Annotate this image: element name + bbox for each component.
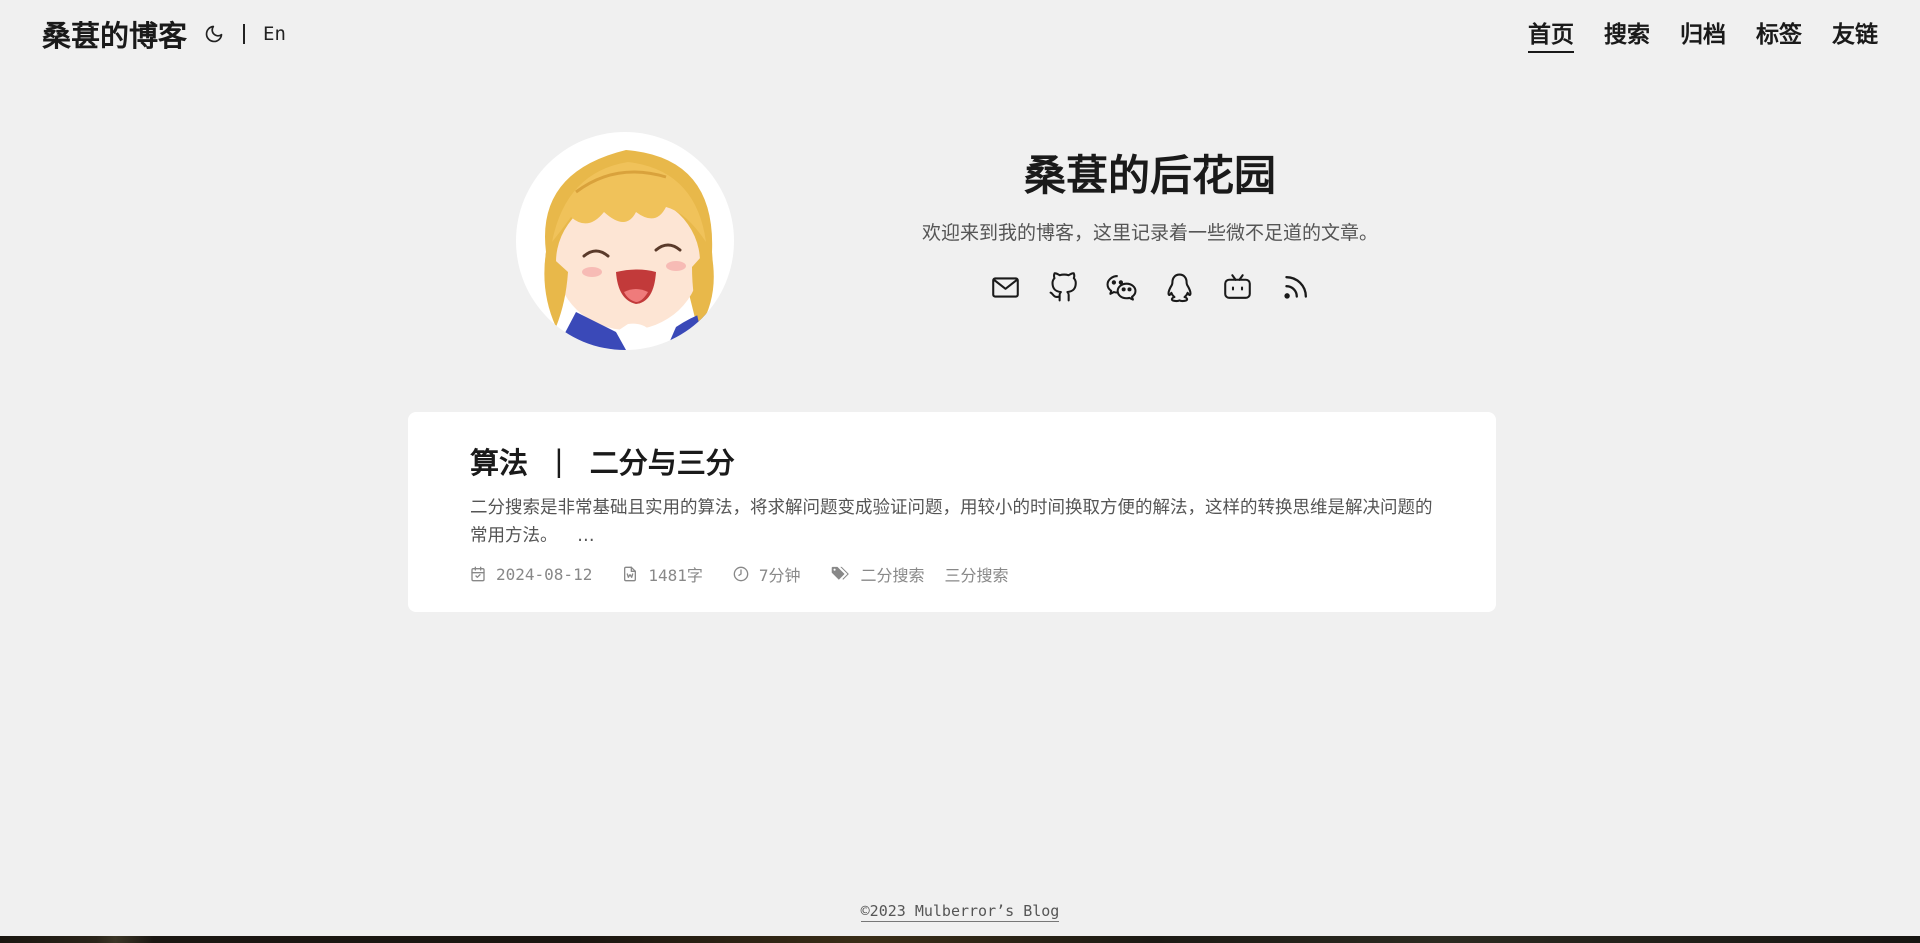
tags-icon xyxy=(831,566,849,580)
file-word-icon xyxy=(624,566,637,582)
nav-item-home[interactable]: 首页 xyxy=(1528,15,1574,53)
post-excerpt: 二分搜索是非常基础且实用的算法，将求解问题变成验证问题，用较小的时间换取方便的解… xyxy=(470,494,1434,550)
post-excerpt-line-2: 常用方法。 … xyxy=(470,522,1434,550)
post-category: 算法 xyxy=(470,446,529,480)
post-read-time-text: 7分钟 xyxy=(758,566,801,585)
qq-icon[interactable] xyxy=(1163,271,1196,304)
avatar xyxy=(516,132,734,350)
moon-icon[interactable] xyxy=(203,23,225,45)
site-footer: ©2023 Mulberror’s Blog xyxy=(0,902,1920,922)
post-title-separator: | xyxy=(554,444,564,478)
nav-item-archive[interactable]: 归档 xyxy=(1680,15,1726,53)
site-header: 桑葚的博客 En 首页 搜索 归档 标签 友链 xyxy=(0,0,1920,68)
post-word-count-text: 1481字 xyxy=(648,566,703,585)
post-date: 2024-08-12 xyxy=(470,565,592,584)
header-left: 桑葚的博客 En xyxy=(42,13,286,55)
post-date-text: 2024-08-12 xyxy=(496,564,593,584)
post-tags: 二分搜索 三分搜索 xyxy=(831,562,1029,586)
calendar-icon xyxy=(471,566,485,582)
language-switch-link[interactable]: En xyxy=(263,23,286,45)
github-icon[interactable] xyxy=(1047,271,1080,304)
site-title-link[interactable]: 桑葚的博客 xyxy=(42,13,187,55)
profile-section: 桑葚的后花园 欢迎来到我的博客，这里记录着一些微不足道的文章。 xyxy=(870,148,1430,304)
post-title[interactable]: 算法 | 二分与三分 xyxy=(470,440,1434,482)
post-excerpt-line-1: 二分搜索是非常基础且实用的算法，将求解问题变成验证问题，用较小的时间换取方便的解… xyxy=(470,498,1433,518)
social-links xyxy=(870,271,1430,304)
post-excerpt-line-2-text: 常用方法。 xyxy=(470,526,558,546)
footer-copyright-link[interactable]: ©2023 Mulberror’s Blog xyxy=(860,902,1060,922)
wechat-icon[interactable] xyxy=(1105,271,1138,304)
post-meta: 2024-08-12 1481字 7分钟 二分搜索 三分搜索 xyxy=(470,562,1434,586)
nav-item-search[interactable]: 搜索 xyxy=(1604,15,1650,53)
read-more-ellipsis[interactable]: … xyxy=(577,526,595,546)
bottom-image-strip xyxy=(0,936,1920,943)
post-read-time: 7分钟 xyxy=(733,562,801,586)
post-card[interactable]: 算法 | 二分与三分 二分搜索是非常基础且实用的算法，将求解问题变成验证问题，用… xyxy=(408,412,1496,612)
bilibili-icon[interactable] xyxy=(1221,271,1254,304)
main-nav: 首页 搜索 归档 标签 友链 xyxy=(1528,15,1878,53)
tag-link[interactable]: 三分搜索 xyxy=(945,562,1009,586)
profile-subtitle: 欢迎来到我的博客，这里记录着一些微不足道的文章。 xyxy=(921,222,1378,244)
post-word-count: 1481字 xyxy=(622,562,703,586)
profile-title: 桑葚的后花园 xyxy=(1023,151,1276,200)
tag-link[interactable]: 二分搜索 xyxy=(861,562,925,586)
header-divider xyxy=(243,24,246,44)
mail-icon[interactable] xyxy=(989,271,1022,304)
nav-item-friends[interactable]: 友链 xyxy=(1832,15,1878,53)
rss-icon[interactable] xyxy=(1279,271,1312,304)
post-title-text: 二分与三分 xyxy=(589,446,735,480)
clock-icon xyxy=(733,566,749,582)
nav-item-tags[interactable]: 标签 xyxy=(1756,15,1802,53)
